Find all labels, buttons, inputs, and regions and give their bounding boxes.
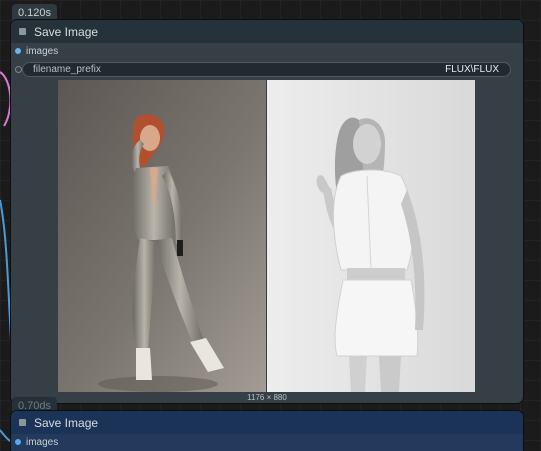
widget-label: filename_prefix <box>33 64 101 75</box>
node-title-bar[interactable]: Save Image <box>11 20 523 43</box>
save-image-node-secondary[interactable]: Save Image images <box>11 411 523 451</box>
node-title-bar-secondary[interactable]: Save Image <box>11 411 523 434</box>
widget-value[interactable]: FLUX\FLUX <box>445 64 499 75</box>
input-slot-images-secondary[interactable]: images <box>11 434 523 450</box>
preview-dimensions-label: 1176 × 880 <box>247 393 287 402</box>
collapse-toggle-icon[interactable] <box>19 28 26 35</box>
collapse-toggle-icon[interactable] <box>19 419 26 426</box>
save-image-node[interactable]: Save Image images filename_prefix FLUX\F… <box>11 20 523 403</box>
image-thumbnail-icon <box>266 80 475 392</box>
widget-input-socket-icon[interactable] <box>15 66 22 73</box>
node-title-secondary: Save Image <box>34 415 99 430</box>
filename-prefix-row: filename_prefix FLUX\FLUX <box>11 62 523 77</box>
preview-image-right[interactable] <box>266 80 475 392</box>
input-slot-images[interactable]: images <box>11 43 523 59</box>
image-thumbnail-icon <box>58 80 266 392</box>
input-socket-icon[interactable] <box>15 48 21 54</box>
node-title: Save Image <box>34 24 99 39</box>
preview-image-left[interactable] <box>58 80 267 392</box>
input-slot-label: images <box>26 45 59 57</box>
filename-prefix-input[interactable]: filename_prefix FLUX\FLUX <box>22 62 511 77</box>
input-socket-icon[interactable] <box>15 439 21 445</box>
graph-canvas[interactable]: 0.120s Save Image images filename_prefix… <box>0 0 541 451</box>
input-slot-label-secondary: images <box>26 436 59 448</box>
image-preview[interactable] <box>58 80 475 392</box>
